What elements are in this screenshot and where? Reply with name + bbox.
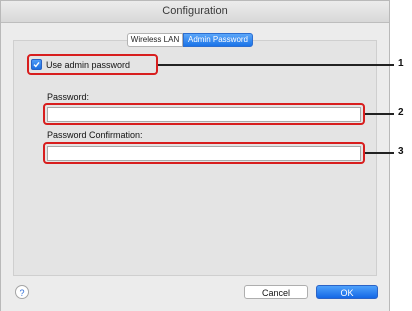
ok-button[interactable]: OK bbox=[316, 285, 378, 299]
callout-number-1: 1 bbox=[398, 58, 404, 69]
callout-box-1 bbox=[27, 54, 158, 75]
callout-number-3: 3 bbox=[398, 146, 404, 157]
callout-number-2: 2 bbox=[398, 107, 404, 118]
callout-line-3 bbox=[365, 152, 394, 154]
tab-bar: Wireless LAN Admin Password bbox=[127, 33, 253, 47]
window-title: Configuration bbox=[1, 1, 389, 23]
password-label: Password: bbox=[47, 92, 90, 102]
callout-line-1 bbox=[158, 64, 394, 66]
callout-box-2 bbox=[43, 103, 365, 125]
tab-wireless-lan[interactable]: Wireless LAN bbox=[127, 33, 183, 47]
password-confirmation-label: Password Confirmation: bbox=[47, 130, 143, 140]
callout-line-2 bbox=[365, 113, 394, 115]
help-button[interactable]: ? bbox=[15, 285, 29, 299]
tab-admin-password[interactable]: Admin Password bbox=[183, 33, 253, 47]
callout-box-3 bbox=[43, 142, 365, 164]
cancel-button[interactable]: Cancel bbox=[244, 285, 308, 299]
